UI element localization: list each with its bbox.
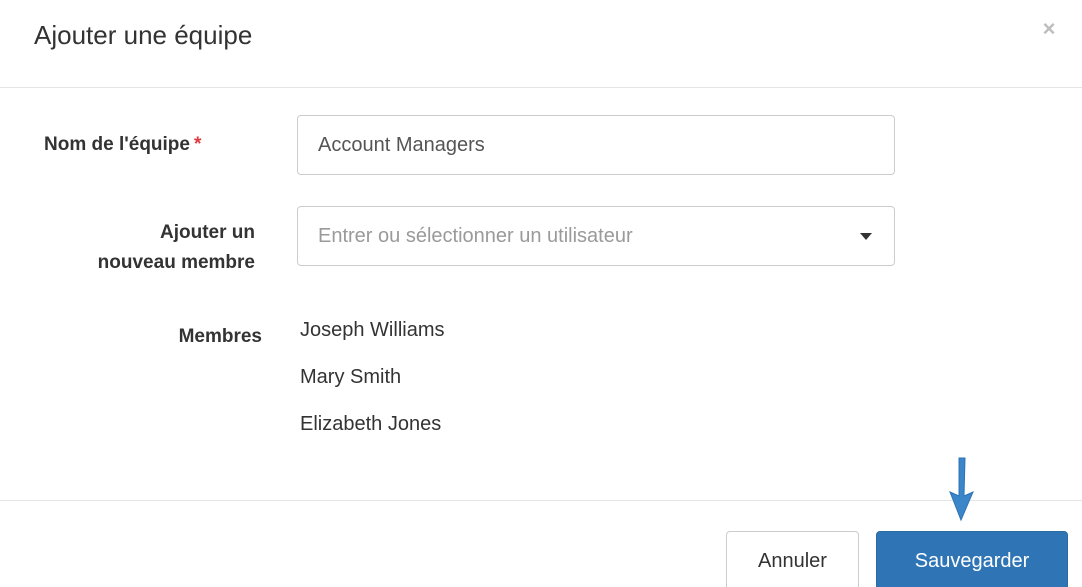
members-label: Membres	[178, 326, 262, 347]
add-member-select[interactable]: Entrer ou sélectionner un utilisateur	[297, 206, 895, 266]
member-item: Joseph Williams	[300, 319, 445, 341]
add-member-placeholder: Entrer ou sélectionner un utilisateur	[318, 225, 633, 247]
cancel-button[interactable]: Annuler	[726, 531, 859, 587]
add-member-label-line2: nouveau membre	[97, 252, 255, 273]
modal-header: Ajouter une équipe ×	[0, 0, 1082, 88]
team-name-label: Nom de l'équipe *	[44, 130, 264, 160]
team-name-label-text: Nom de l'équipe	[44, 134, 190, 155]
members-list: Joseph Williams Mary Smith Elizabeth Jon…	[300, 318, 444, 459]
footer-divider	[0, 500, 1082, 501]
modal-title: Ajouter une équipe	[34, 20, 253, 50]
add-member-label-line1: Ajouter un	[160, 222, 255, 243]
caret-down-icon[interactable]	[860, 233, 872, 240]
member-item: Elizabeth Jones	[300, 413, 442, 435]
save-button[interactable]: Sauvegarder	[876, 531, 1068, 587]
add-team-modal: Ajouter une équipe × Nom de l'équipe* Aj…	[0, 0, 1082, 587]
member-item: Mary Smith	[300, 366, 402, 388]
down-arrow-annotation-icon	[949, 457, 974, 522]
add-member-label: Ajouter un nouveau membre	[30, 218, 255, 278]
close-icon[interactable]: ×	[1038, 18, 1060, 40]
team-name-input[interactable]	[297, 115, 895, 175]
required-mark: *	[193, 134, 202, 155]
